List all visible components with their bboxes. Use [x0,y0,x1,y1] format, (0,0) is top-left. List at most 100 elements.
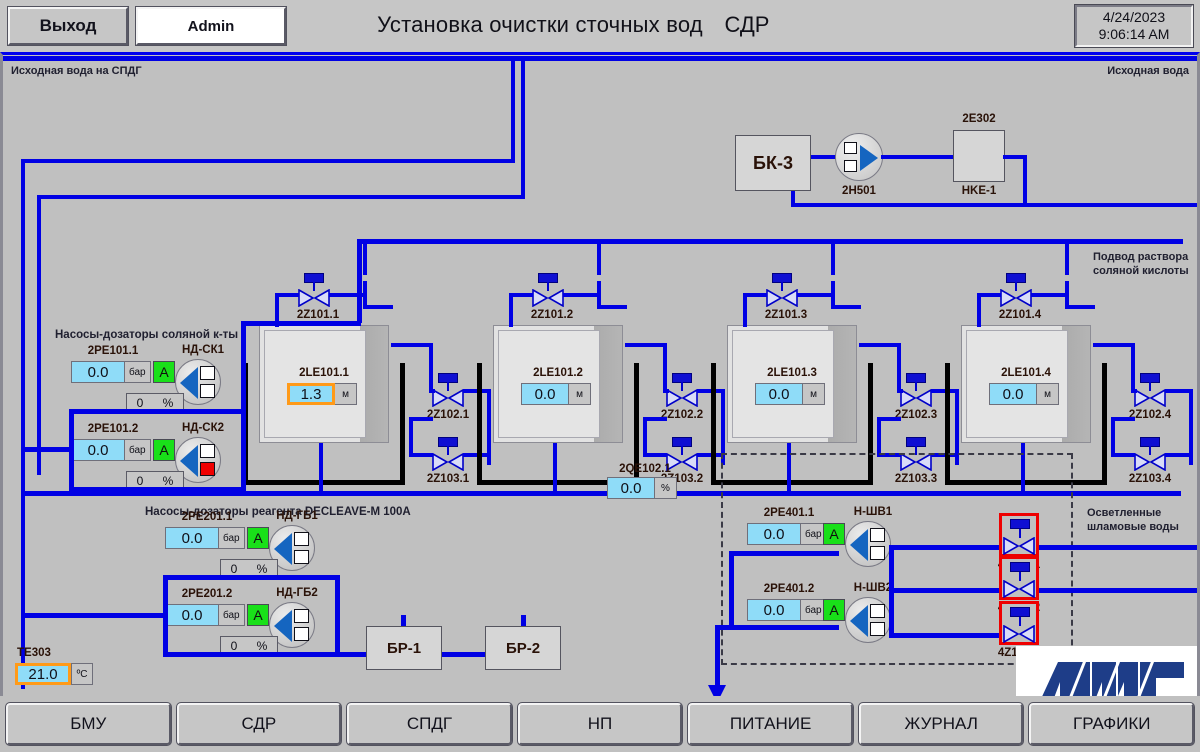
hcl-pump-press-2-unit: бар [125,439,151,461]
hcl-pump-name-1: НД-СК1 [181,344,225,356]
sludge-pump-press-tag-1: 2PE401.1 [763,507,815,519]
decleave-pump-speed-2-value: 0 [230,639,238,653]
vessel-bk3-box[interactable]: БК-3 [735,135,811,191]
time-text: 9:06:14 AM [1098,26,1170,42]
valve-2Z102.2[interactable] [665,373,699,407]
pipe-top-header [3,56,1197,61]
valve-actuator-icon [1010,519,1030,529]
nav-button-спдг[interactable]: СПДГ [346,702,513,746]
tank-level-3-unit: м [803,383,825,405]
vessel-br2-box[interactable]: БР-2 [485,626,561,670]
pipe-hcl-header [359,239,1183,244]
tank-level-2-value: 0.0 [521,383,569,405]
tank-wall-bottom-0 [243,480,405,485]
valve-body-icon [666,389,698,407]
pipe-tank-bot-link-0 [409,453,433,457]
page-subtitle: СДР [724,12,770,37]
tank-level-3-readout[interactable]: 0.0 м [755,383,825,405]
hcl-pump-mode-2[interactable]: A [153,439,175,461]
pipe-tank-mid-out-0 [391,343,433,347]
tank-level-4-readout[interactable]: 0.0 м [989,383,1059,405]
nav-button-питание[interactable]: ПИТАНИЕ [687,702,854,746]
valve-2Z102.1[interactable] [431,373,465,407]
page-title: Установка очистки сточных вод [377,12,703,37]
pipe-decleave-manifold-top [163,575,339,580]
sludge-pump-symbol-1[interactable] [845,521,891,567]
logo-mark-icon [1042,657,1184,696]
valve-tag-2Z103.4: 2Z103.4 [1128,473,1172,485]
decleave-pump-mode-2[interactable]: A [247,604,269,626]
vessel-2e302-tag: 2E302 [962,113,996,125]
pipe-tank-mid-link-0 [429,389,435,393]
tank-level-3-value: 0.0 [755,383,803,405]
sludge-pump-symbol-2[interactable] [845,597,891,643]
pipe-sludge-branch-riser [889,545,894,633]
pump-2h501-tag: 2H501 [842,185,876,197]
user-button[interactable]: Admin [135,6,287,46]
analyzer-readout[interactable]: 0.0 % [607,477,677,499]
nav-button-графики[interactable]: ГРАФИКИ [1028,702,1196,746]
label-hcl-supply-line1: Подвод раствора [1093,251,1189,263]
sludge-pump-mode-2[interactable]: A [823,599,845,621]
company-logo: МИГ/ЭЛЕКТРО СКОРОСТЬ И ТОЧНОСТЬ [1016,646,1197,696]
valve-2Z101.4[interactable] [999,273,1033,307]
decleave-pump-press-2-readout[interactable]: 0.0 бар [165,604,245,626]
decleave-pump-press-1-readout[interactable]: 0.0 бар [165,527,245,549]
tank-wall-left-2 [711,363,716,485]
tank-level-1-unit: м [335,383,357,405]
valve-4Z103.2[interactable] [999,556,1039,600]
pipe-hcl-to-header [241,321,246,411]
pipe-sludge-manifold-left [729,551,734,629]
decleave-pump-mode-1[interactable]: A [247,527,269,549]
tank-level-1-readout[interactable]: 1.3 м [287,383,357,405]
valve-2Z101.1[interactable] [297,273,331,307]
pump-status-top [294,532,309,546]
pipe-hcl-manifold-bottom [69,487,245,492]
hcl-pump-press-1-readout[interactable]: 0.0 бар [71,361,151,383]
tank-level-tag-4: 2LE101.4 [1001,367,1051,379]
temperature-readout[interactable]: 21.0 ºC [15,663,93,685]
valve-2Z101.2[interactable] [531,273,565,307]
valve-2Z103.4[interactable] [1133,437,1167,471]
sludge-pump-press-2-value: 0.0 [747,599,801,621]
valve-4Z103.3[interactable] [999,601,1039,645]
pipe-sludge-out-1 [1017,545,1197,550]
valve-2Z101.3[interactable] [765,273,799,307]
nav-button-бму[interactable]: БМУ [5,702,172,746]
sludge-pump-press-1-readout[interactable]: 0.0 бар [747,523,827,545]
valve-2Z102.3[interactable] [899,373,933,407]
pipe-tank-mid-drop-0 [429,343,433,391]
valve-tag-2Z101.4: 2Z101.4 [998,309,1042,321]
hcl-pump-speed-1-unit: % [162,396,174,410]
hcl-pump-mode-1[interactable]: A [153,361,175,383]
pipe-tank-top-leftdrop-3 [977,293,981,327]
nav-button-журнал[interactable]: ЖУРНАЛ [857,702,1025,746]
pump-status-bottom [294,550,309,564]
valve-tag-2Z101.2: 2Z101.2 [530,309,574,321]
nav-button-сдр[interactable]: СДР [175,702,343,746]
pump-status-top [870,604,885,618]
vessel-nke1-box[interactable] [953,130,1005,182]
sludge-pump-press-2-readout[interactable]: 0.0 бар [747,599,827,621]
valve-2Z102.4[interactable] [1133,373,1167,407]
valve-body-icon [298,289,330,307]
pipe-source-left-run [21,159,515,163]
pipe-left-to-decleave [21,613,165,618]
sludge-pump-mode-1[interactable]: A [823,523,845,545]
nav-button-нп[interactable]: НП [516,702,684,746]
exit-button[interactable]: Выход [7,6,129,46]
hcl-pump-press-2-readout[interactable]: 0.0 бар [71,439,151,461]
pump-flow-arrow-icon [850,529,868,561]
pipe-tank-top-seg-3 [1065,305,1095,309]
pump-2h501-symbol[interactable] [835,133,883,181]
valve-body-icon [1003,580,1035,598]
label-clarified-sludge-line2: шламовые воды [1087,520,1179,533]
valve-2Z103.1[interactable] [431,437,465,471]
label-source-water: Исходная вода [1107,65,1189,77]
pump-flow-arrow-icon [850,605,868,637]
tank-level-2-readout[interactable]: 0.0 м [521,383,591,405]
pipe-2e302-downcomer [1023,155,1027,205]
valve-4Z103.1[interactable] [999,513,1039,557]
vessel-br1-box[interactable]: БР-1 [366,626,442,670]
pipe-tank-mid-out-1 [625,343,667,347]
